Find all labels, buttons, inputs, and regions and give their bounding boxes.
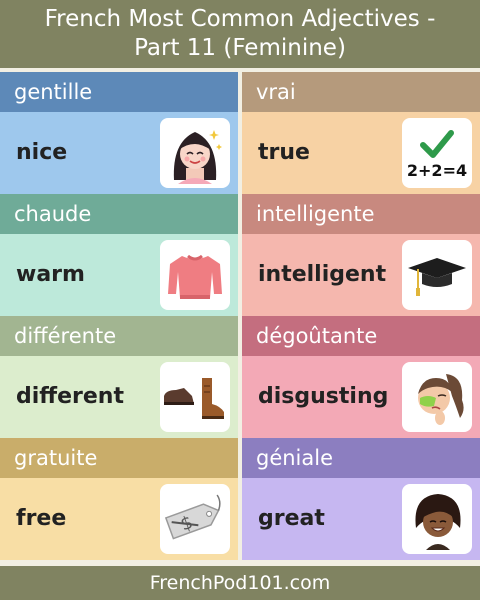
page-title: French Most Common Adjectives - Part 11 … (0, 0, 480, 68)
card-differente: différente different (0, 316, 238, 438)
title-line-1: French Most Common Adjectives - (44, 6, 436, 32)
card-body: great (242, 478, 480, 560)
english-word: disgusting (258, 384, 389, 409)
checkmark-equation-icon: 2+2=4 (402, 118, 472, 188)
english-word: different (16, 384, 124, 409)
french-word: géniale (242, 438, 480, 478)
graduation-cap-icon (402, 240, 472, 310)
french-word: chaude (0, 194, 238, 234)
girl-smiling-icon (160, 118, 230, 188)
card-body: different (0, 356, 238, 438)
english-word: great (258, 506, 325, 531)
price-tag-icon: $ (160, 484, 230, 554)
card-geniale: géniale great (242, 438, 480, 560)
card-gentille: gentille nice (0, 72, 238, 194)
english-word: true (258, 140, 310, 165)
french-word: vrai (242, 72, 480, 112)
card-gratuite: gratuite free $ (0, 438, 238, 560)
card-body: disgusting (242, 356, 480, 438)
french-word: dégoûtante (242, 316, 480, 356)
card-vrai: vrai true 2+2=4 (242, 72, 480, 194)
english-word: intelligent (258, 262, 387, 287)
card-chaude: chaude warm (0, 194, 238, 316)
french-word: gratuite (0, 438, 238, 478)
english-word: warm (16, 262, 85, 287)
english-word: free (16, 506, 67, 531)
sweater-icon (160, 240, 230, 310)
english-word: nice (16, 140, 68, 165)
infographic: French Most Common Adjectives - Part 11 … (0, 0, 480, 600)
footer-brand: FrenchPod101.com (0, 566, 480, 600)
title-line-2: Part 11 (Feminine) (134, 35, 346, 61)
french-word: gentille (0, 72, 238, 112)
adjective-grid: gentille nice vrai true 2+2=4 chaude war… (0, 72, 480, 560)
smiling-woman-icon (402, 484, 472, 554)
card-body: warm (0, 234, 238, 316)
card-intelligente: intelligente intelligent (242, 194, 480, 316)
card-body: free $ (0, 478, 238, 560)
mismatched-shoes-icon (160, 362, 230, 432)
disgusted-woman-icon (402, 362, 472, 432)
equation-text: 2+2=4 (406, 160, 468, 180)
card-degoutante: dégoûtante disgusting (242, 316, 480, 438)
french-word: intelligente (242, 194, 480, 234)
french-word: différente (0, 316, 238, 356)
card-body: nice (0, 112, 238, 194)
card-body: true 2+2=4 (242, 112, 480, 194)
card-body: intelligent (242, 234, 480, 316)
